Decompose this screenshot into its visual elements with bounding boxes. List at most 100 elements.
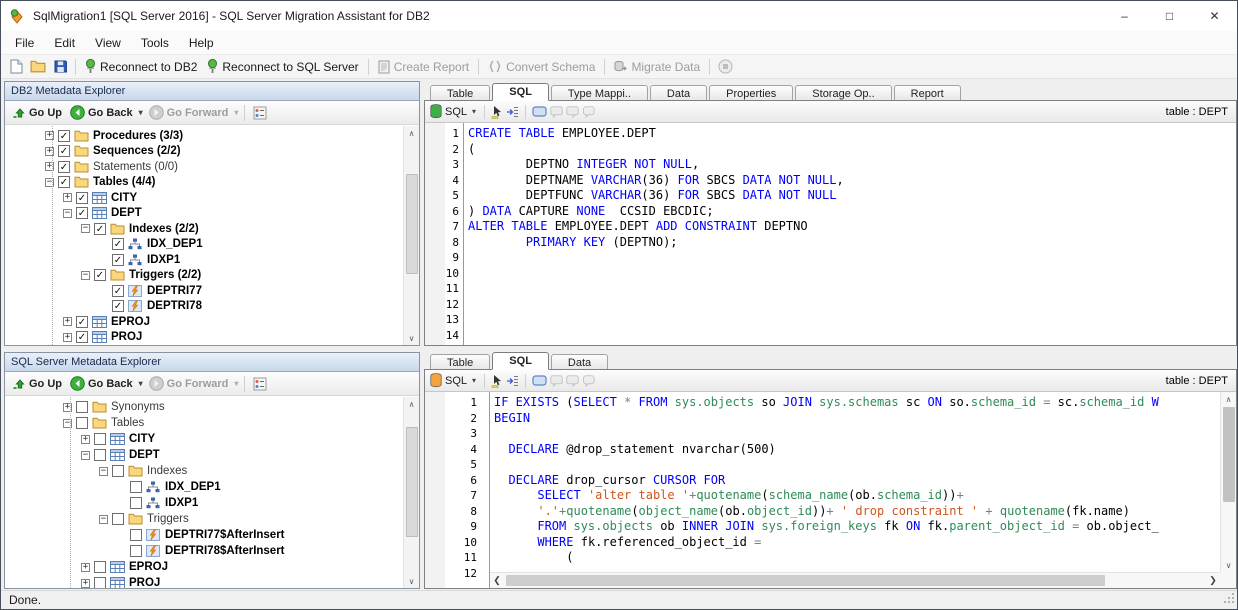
reconnect-db2-button[interactable]: Reconnect to DB2 [80,57,202,77]
tree-item-proj[interactable]: +PROJ [5,575,419,588]
checkbox[interactable] [130,481,142,493]
tree-item-deptri77[interactable]: ✓DEPTRI77 [5,283,419,299]
code-area[interactable]: IF EXISTS (SELECT * FROM sys.objects so … [490,392,1236,588]
collapse-icon[interactable]: − [81,451,90,460]
tree-item-idx-dep1[interactable]: ✓IDX_DEP1 [5,237,419,253]
delete-comment-icon[interactable] [582,106,595,118]
checkbox[interactable] [76,417,88,429]
tree-item-proj[interactable]: +✓PROJ [5,330,419,346]
checkbox[interactable] [94,449,106,461]
goto-line-icon[interactable] [506,375,519,387]
menu-help[interactable]: Help [179,31,224,54]
tree-item-procedures-3-3-[interactable]: +✓Procedures (3/3) [5,128,419,144]
add-comment-icon[interactable] [550,375,563,387]
collapse-icon[interactable]: − [81,271,90,280]
tree-item-tables[interactable]: −Tables [5,415,419,431]
next-comment-icon[interactable] [566,106,579,118]
expand-icon[interactable]: + [81,435,90,444]
go-back-button[interactable]: Go Back [66,374,137,394]
expand-icon[interactable]: + [81,579,90,588]
checkbox[interactable]: ✓ [76,192,88,204]
menu-tools[interactable]: Tools [131,31,179,54]
stop-button[interactable] [714,57,736,77]
back-history-dropdown[interactable]: ▾ [137,379,145,388]
scroll-down-icon[interactable]: ∨ [1221,558,1236,572]
new-region-icon[interactable] [532,375,547,386]
checkbox[interactable]: ✓ [94,269,106,281]
checkbox[interactable] [94,561,106,573]
go-up-button[interactable]: Go Up [9,374,66,394]
tree-item-deptri78$afterinsert[interactable]: DEPTRI78$AfterInsert [5,543,419,559]
editor-vertical-scrollbar[interactable]: ∧ ∨ [1220,392,1236,572]
tree-item-idxp1[interactable]: ✓IDXP1 [5,252,419,268]
collapse-icon[interactable]: − [99,515,108,524]
scroll-up-icon[interactable]: ∧ [404,397,419,411]
checkbox[interactable]: ✓ [76,316,88,328]
editor-horizontal-scrollbar[interactable]: ❮ ❯ [490,572,1220,588]
object-filter-button[interactable] [249,103,271,123]
goto-line-icon[interactable] [506,106,519,118]
sql-mode-button[interactable]: SQL [445,106,467,118]
edit-cursor-icon[interactable] [491,105,503,119]
tree-item-triggers[interactable]: −Triggers [5,511,419,527]
sql-mode-dropdown[interactable]: ▾ [470,376,478,385]
menu-edit[interactable]: Edit [44,31,85,54]
go-up-button[interactable]: Go Up [9,103,66,123]
checkbox[interactable]: ✓ [76,207,88,219]
tree-item-city[interactable]: +CITY [5,431,419,447]
tree-item-idxp1[interactable]: IDXP1 [5,495,419,511]
back-history-dropdown[interactable]: ▾ [137,108,145,117]
scroll-up-icon[interactable]: ∧ [1221,392,1236,406]
new-region-icon[interactable] [532,106,547,117]
tree-item-dept[interactable]: −DEPT [5,447,419,463]
scroll-down-icon[interactable]: ∨ [404,574,419,588]
tab-data[interactable]: Data [650,85,707,101]
checkbox[interactable]: ✓ [58,176,70,188]
new-file-button[interactable] [5,57,27,77]
tree-item-indexes-2-2-[interactable]: −✓Indexes (2/2) [5,221,419,237]
checkbox[interactable] [94,577,106,588]
bottom-sql-editor[interactable]: 123456789101112 IF EXISTS (SELECT * FROM… [425,392,1236,588]
scroll-up-icon[interactable]: ∧ [404,126,419,140]
checkbox[interactable] [76,401,88,413]
forward-history-dropdown[interactable]: ▾ [232,108,240,117]
checkbox[interactable]: ✓ [112,238,124,250]
expand-icon[interactable]: + [81,563,90,572]
tree-item-deptri78[interactable]: ✓DEPTRI78 [5,299,419,315]
save-button[interactable] [49,57,71,77]
delete-comment-icon[interactable] [582,375,595,387]
checkbox[interactable]: ✓ [112,285,124,297]
tab-table[interactable]: Table [430,85,490,101]
collapse-icon[interactable]: − [63,209,72,218]
checkbox[interactable] [130,545,142,557]
forward-history-dropdown[interactable]: ▾ [232,379,240,388]
resize-grip[interactable] [1223,592,1235,607]
tab-sql[interactable]: SQL [492,83,549,101]
maximize-button[interactable]: □ [1147,1,1192,31]
tree-item-sequences-2-2-[interactable]: +✓Sequences (2/2) [5,144,419,160]
reconnect-sql-button[interactable]: Reconnect to SQL Server [202,57,363,77]
tree-item-dept[interactable]: −✓DEPT [5,206,419,222]
menu-file[interactable]: File [5,31,44,54]
menu-view[interactable]: View [85,31,131,54]
sql-mode-dropdown[interactable]: ▾ [470,107,478,116]
collapse-icon[interactable]: − [99,467,108,476]
scrollbar-thumb[interactable] [1223,407,1235,502]
sql-mode-button[interactable]: SQL [445,375,467,387]
tree-item-eproj[interactable]: +✓EPROJ [5,314,419,330]
top-sql-editor[interactable]: 1234567891011121314 CREATE TABLE EMPLOYE… [425,123,1236,345]
next-comment-icon[interactable] [566,375,579,387]
minimize-button[interactable]: – [1102,1,1147,31]
scroll-right-icon[interactable]: ❯ [1206,573,1220,588]
code-area[interactable]: CREATE TABLE EMPLOYEE.DEPT( DEPTNO INTEG… [464,123,1236,345]
object-filter-button[interactable] [249,374,271,394]
sql-tree-scrollbar[interactable]: ∧ ∨ [403,397,419,588]
tab-table[interactable]: Table [430,354,490,370]
checkbox[interactable]: ✓ [58,130,70,142]
migrate-data-button[interactable]: Migrate Data [609,57,705,77]
add-comment-icon[interactable] [550,106,563,118]
checkbox[interactable] [112,465,124,477]
checkbox[interactable] [112,513,124,525]
checkbox[interactable]: ✓ [94,223,106,235]
expand-icon[interactable]: + [63,317,72,326]
